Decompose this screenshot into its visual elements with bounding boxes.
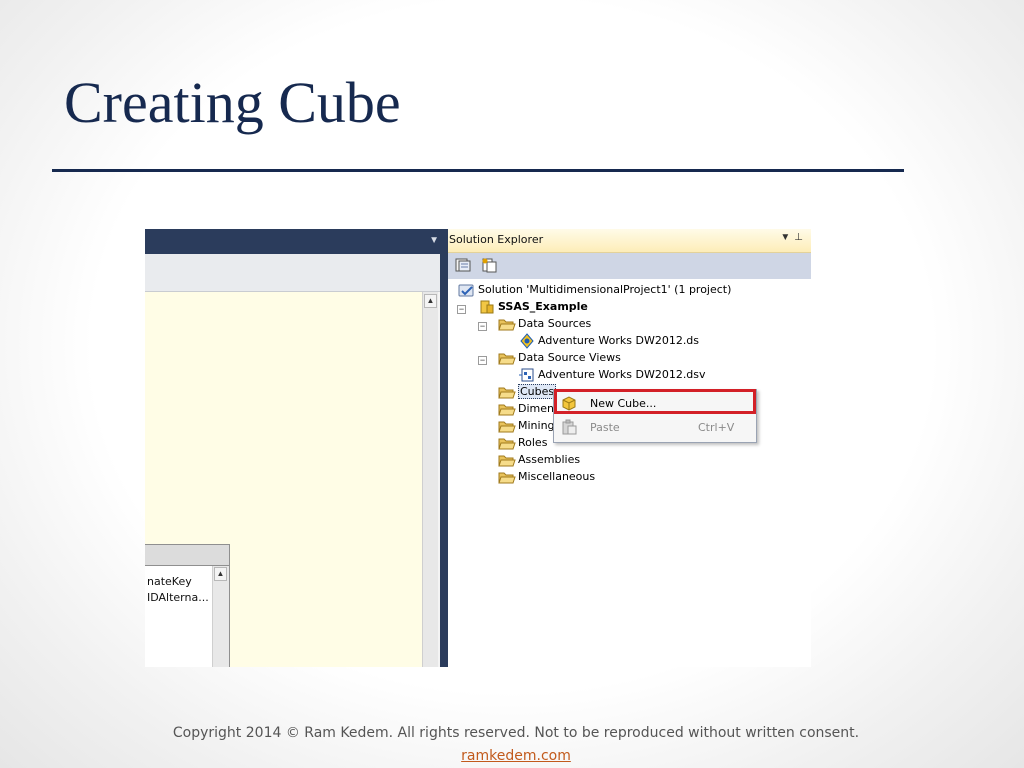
tab-dropdown-icon[interactable]: ▼: [429, 235, 439, 246]
folder-icon: [498, 435, 516, 451]
tree-label: Adventure Works DW2012.ds: [538, 334, 700, 347]
tree-node-data-sources[interactable]: Data Sources: [498, 315, 591, 332]
folder-icon: [498, 401, 516, 417]
paste-icon: [560, 419, 578, 435]
designer-scrollbar[interactable]: ▲: [422, 292, 438, 667]
tree-label: Roles: [518, 436, 548, 449]
menu-item-new-cube[interactable]: New Cube...: [554, 392, 756, 415]
solution-explorer-toolbar: [448, 253, 811, 279]
table-panel: nateKey IDAlterna... ▲: [145, 544, 230, 667]
collapse-icon[interactable]: −: [478, 356, 487, 365]
tree-label: Solution 'MultidimensionalProject1' (1 p…: [478, 283, 732, 296]
table-row: nateKey: [147, 575, 192, 588]
table-header: [145, 545, 229, 566]
slide-title: Creating Cube: [64, 70, 401, 135]
editor-tab-bar: ▼: [145, 229, 445, 254]
new-cube-icon: [560, 395, 578, 411]
collapse-icon[interactable]: −: [457, 305, 466, 314]
menu-item-shortcut: Ctrl+V: [698, 421, 735, 434]
folder-open-icon: [498, 350, 516, 366]
menu-item-paste[interactable]: Paste Ctrl+V: [554, 416, 756, 439]
tree-label: Dimen: [518, 402, 554, 415]
tree-node-miscellaneous[interactable]: Miscellaneous: [498, 468, 595, 485]
folder-icon: [498, 384, 516, 400]
tree-label: Assemblies: [518, 453, 581, 466]
website-link[interactable]: ramkedem.com: [461, 748, 571, 764]
tree-node-mining-structures[interactable]: Mining: [498, 417, 555, 434]
tree-node-data-source-views[interactable]: Data Source Views: [498, 349, 621, 366]
panel-splitter[interactable]: [440, 229, 448, 667]
tree-label: Data Source Views: [518, 351, 621, 364]
tree-node-roles[interactable]: Roles: [498, 434, 547, 451]
window-position-icon[interactable]: ▼: [780, 232, 794, 243]
tree-node-data-source-file[interactable]: Adventure Works DW2012.ds: [518, 332, 699, 349]
solution-explorer-title: Solution Explorer: [449, 233, 544, 246]
menu-item-label: Paste: [590, 421, 620, 434]
pin-icon[interactable]: ⊥: [794, 232, 807, 243]
folder-icon: [498, 418, 516, 434]
copyright-notice: Copyright 2014 © Ram Kedem. All rights r…: [172, 725, 860, 741]
data-source-view-icon: [518, 367, 536, 383]
tree-node-project[interactable]: SSAS_Example: [478, 298, 588, 315]
properties-icon[interactable]: [454, 257, 472, 273]
folder-icon: [498, 452, 516, 468]
tree-node-cubes[interactable]: Cubes: [498, 383, 557, 400]
tree-label: Mining: [518, 419, 555, 432]
tree-node-dimensions[interactable]: Dimen: [498, 400, 554, 417]
cube-project-icon: [478, 299, 496, 315]
context-menu: New Cube... Paste Ctrl+V: [553, 389, 757, 443]
data-source-icon: [518, 332, 536, 349]
show-all-files-icon[interactable]: [480, 257, 498, 273]
tree-node-assemblies[interactable]: Assemblies: [498, 451, 580, 468]
tree-label: Adventure Works DW2012.dsv: [538, 368, 706, 381]
scroll-up-icon[interactable]: ▲: [424, 294, 437, 308]
table-row: IDAlterna...: [147, 591, 209, 604]
solution-explorer: Solution Explorer ▼⊥ Solution 'Multidime…: [448, 229, 811, 667]
table-scrollbar[interactable]: ▲: [212, 566, 229, 667]
scroll-up-icon[interactable]: ▲: [214, 567, 227, 581]
tree-label: Miscellaneous: [518, 470, 596, 483]
tree-node-solution[interactable]: Solution 'MultidimensionalProject1' (1 p…: [458, 281, 731, 298]
editor-header: [145, 254, 440, 292]
tree-label: SSAS_Example: [498, 300, 588, 313]
solution-explorer-titlebar: Solution Explorer ▼⊥: [448, 229, 811, 253]
solution-icon: [458, 282, 476, 298]
folder-icon: [498, 469, 516, 485]
tree-label: Cubes: [518, 384, 557, 399]
tree-node-dsv-file[interactable]: Adventure Works DW2012.dsv: [518, 366, 706, 383]
tree-label: Data Sources: [518, 317, 592, 330]
title-divider: [52, 169, 904, 172]
folder-open-icon: [498, 316, 516, 332]
ssdt-screenshot: ▼ ▲ nateKey IDAlterna... ▲ Solution Expl…: [145, 229, 811, 667]
collapse-icon[interactable]: −: [478, 322, 487, 331]
menu-item-label: New Cube...: [590, 397, 657, 410]
